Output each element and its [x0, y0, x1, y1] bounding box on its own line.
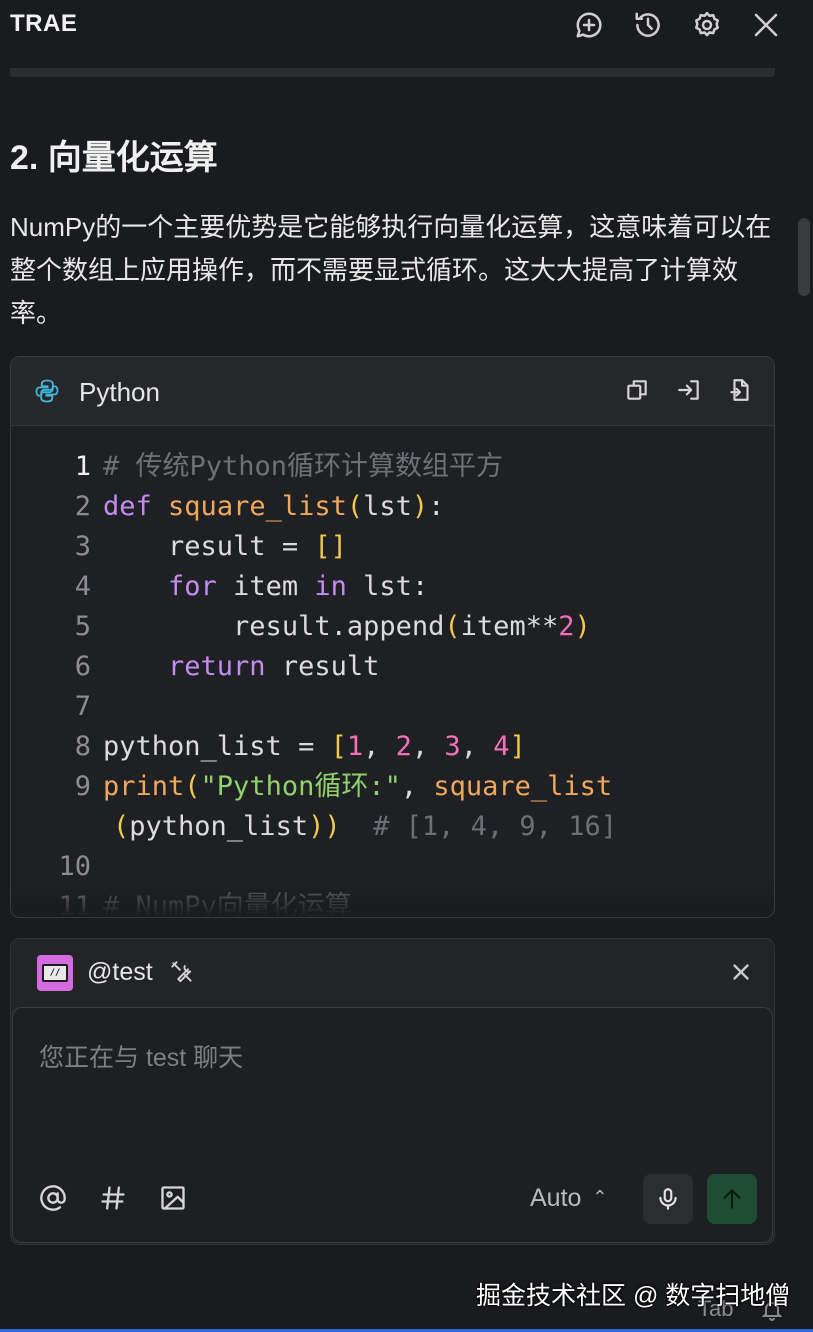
code-line: (python_list)) # [1, 4, 9, 16] — [113, 811, 617, 842]
close-icon[interactable] — [749, 8, 783, 42]
agent-row: // @test — [11, 939, 774, 1005]
python-icon — [35, 379, 59, 403]
model-selector[interactable]: Auto ⌃ — [530, 1184, 607, 1213]
line-number: 1 — [74, 451, 91, 482]
code-line: result.append(item**2) — [233, 611, 591, 642]
insert-icon[interactable] — [674, 375, 704, 405]
agent-name: @test — [87, 958, 153, 986]
code-actions — [622, 375, 756, 405]
settings-icon[interactable] — [690, 8, 724, 42]
code-line: result = [] — [168, 531, 347, 562]
app-brand: TRAE — [10, 10, 78, 37]
copy-icon[interactable] — [622, 375, 652, 405]
chevron-up-icon: ⌃ — [592, 1187, 608, 1207]
chat-panel: // @test 您正在与 test 聊天 Auto ⌃ — [10, 938, 775, 1245]
previous-block-edge — [10, 68, 775, 77]
input-toolbar — [37, 1182, 189, 1214]
code-block: Python 1 2 3 4 5 6 7 8 9 10 11 # 传统Pytho… — [10, 356, 775, 918]
line-number: 6 — [74, 651, 91, 682]
chat-input-placeholder: 您正在与 test 聊天 — [39, 1044, 244, 1072]
microphone-button[interactable] — [643, 1174, 693, 1224]
image-icon[interactable] — [157, 1182, 189, 1214]
hash-icon[interactable] — [97, 1182, 129, 1214]
line-number: 8 — [74, 731, 91, 762]
code-fade-overlay — [11, 877, 774, 917]
code-line: python_list = [1, 2, 3, 4] — [103, 731, 526, 762]
line-number: 5 — [74, 611, 91, 642]
send-button[interactable] — [707, 1174, 757, 1224]
arrow-up-icon — [723, 1189, 741, 1209]
agent-avatar: // — [37, 955, 73, 991]
model-selector-label: Auto — [530, 1184, 582, 1212]
chat-input[interactable]: 您正在与 test 聊天 Auto ⌃ — [12, 1007, 773, 1243]
microphone-icon — [659, 1188, 677, 1210]
section-heading: 2. 向量化运算 — [10, 139, 218, 177]
code-line: for item in lst: — [168, 571, 429, 602]
new-chat-icon[interactable] — [572, 8, 606, 42]
code-block-header: Python — [11, 357, 774, 426]
scrollbar-thumb[interactable] — [798, 218, 810, 296]
watermark: 掘金技术社区 @ 数字扫地僧 — [476, 1282, 791, 1310]
history-icon[interactable] — [631, 8, 665, 42]
at-icon[interactable] — [37, 1182, 69, 1214]
code-line: def square_list(lst): — [103, 491, 445, 522]
apply-to-file-icon[interactable] — [726, 375, 756, 405]
top-toolbar — [572, 8, 783, 42]
code-language-label: Python — [79, 377, 160, 407]
line-number: 7 — [74, 691, 91, 722]
top-bar: TRAE — [0, 0, 813, 52]
line-number: 3 — [74, 531, 91, 562]
code-line: return result — [168, 651, 380, 682]
line-number: 9 — [74, 771, 91, 802]
code-line: print("Python循环:", square_list — [103, 771, 613, 802]
line-number: 2 — [74, 491, 91, 522]
line-number: 4 — [74, 571, 91, 602]
code-line: # 传统Python循环计算数组平方 — [103, 451, 504, 482]
remove-agent-icon[interactable] — [728, 959, 754, 985]
tools-icon[interactable] — [169, 959, 195, 985]
section-paragraph: NumPy的一个主要优势是它能够执行向量化运算，这意味着可以在整个数组上应用操作… — [10, 212, 772, 328]
